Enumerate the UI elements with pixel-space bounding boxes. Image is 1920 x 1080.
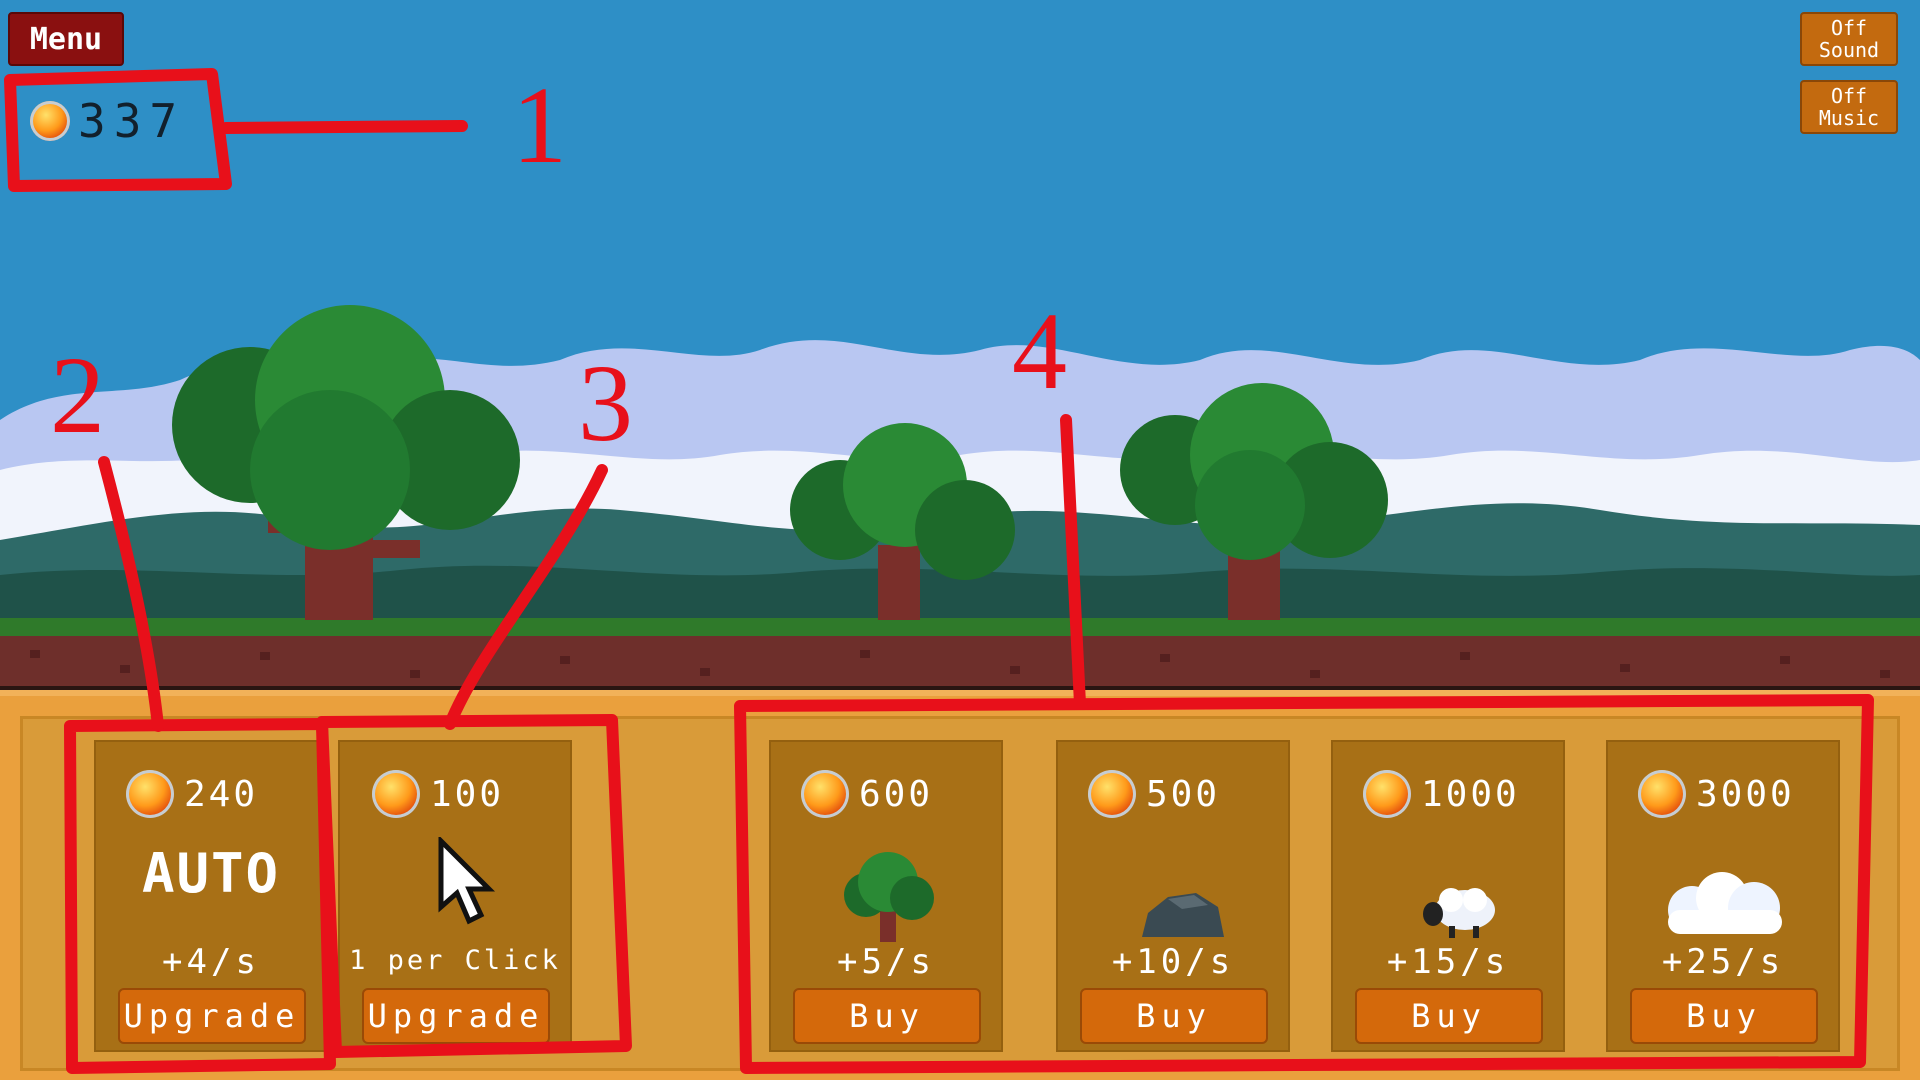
auto-upgrade-card: 240 AUTO +4/s Upgrade bbox=[94, 740, 328, 1052]
rock-item-price: 500 bbox=[1088, 770, 1220, 818]
auto-upgrade-rate: +4/s bbox=[162, 942, 260, 982]
cloud-buy-button[interactable]: Buy bbox=[1630, 988, 1818, 1044]
cloud-item-rate: +25/s bbox=[1661, 942, 1785, 982]
sheep-item-card: 1000 +15/s Buy bbox=[1331, 740, 1565, 1052]
sound-toggle-state: Off bbox=[1830, 16, 1868, 40]
tree-buy-button[interactable]: Buy bbox=[793, 988, 981, 1044]
tree-item-card: 600 +5/s Buy bbox=[769, 740, 1003, 1052]
rock-item-card: 500 +10/s Buy bbox=[1056, 740, 1290, 1052]
sheep-item-price: 1000 bbox=[1363, 770, 1520, 818]
coin-icon bbox=[126, 770, 174, 818]
coin-icon bbox=[801, 770, 849, 818]
ground bbox=[0, 618, 1920, 636]
cloud-icon bbox=[1668, 872, 1782, 934]
cloud-item-price: 3000 bbox=[1638, 770, 1795, 818]
cloud-item-price-value: 3000 bbox=[1696, 773, 1795, 815]
sheep-buy-button[interactable]: Buy bbox=[1355, 988, 1543, 1044]
sound-toggle-button[interactable]: Off Sound bbox=[1800, 12, 1898, 66]
menu-button[interactable]: Menu bbox=[8, 12, 124, 66]
tree-item-price-value: 600 bbox=[859, 773, 934, 815]
rock-icon bbox=[1142, 893, 1224, 937]
rock-item-price-value: 500 bbox=[1146, 773, 1221, 815]
rock-item-rate: +10/s bbox=[1111, 942, 1235, 982]
cursor-icon bbox=[438, 837, 496, 925]
coin-icon bbox=[1088, 770, 1136, 818]
music-toggle-button[interactable]: Off Music bbox=[1800, 80, 1898, 134]
coin-total-value: 337 bbox=[78, 94, 186, 148]
cloud-item-card: 3000 +25/s Buy bbox=[1606, 740, 1840, 1052]
music-toggle-state: Off bbox=[1830, 84, 1868, 108]
music-toggle-label: Music bbox=[1818, 106, 1880, 130]
coin-icon bbox=[1363, 770, 1411, 818]
rock-buy-button[interactable]: Buy bbox=[1080, 988, 1268, 1044]
auto-upgrade-price: 240 bbox=[126, 770, 258, 818]
auto-upgrade-price-value: 240 bbox=[184, 773, 259, 815]
tree-icon bbox=[844, 852, 934, 942]
coin-icon bbox=[30, 101, 70, 141]
click-upgrade-rate: 1 per Click bbox=[349, 945, 561, 976]
click-upgrade-card: 100 1 per Click Upgrade bbox=[338, 740, 572, 1052]
tree-item-price: 600 bbox=[801, 770, 933, 818]
tree-item-rate: +5/s bbox=[837, 942, 935, 982]
sheep-icon bbox=[1423, 888, 1495, 938]
sound-toggle-label: Sound bbox=[1818, 38, 1880, 62]
sheep-item-rate: +15/s bbox=[1386, 942, 1510, 982]
sheep-item-price-value: 1000 bbox=[1421, 773, 1520, 815]
click-upgrade-price-value: 100 bbox=[430, 773, 505, 815]
coin-icon bbox=[1638, 770, 1686, 818]
coin-icon bbox=[372, 770, 420, 818]
click-upgrade-price: 100 bbox=[372, 770, 504, 818]
click-upgrade-button[interactable]: Upgrade bbox=[362, 988, 550, 1044]
auto-label: AUTO bbox=[141, 842, 281, 905]
auto-upgrade-button[interactable]: Upgrade bbox=[118, 988, 306, 1044]
coin-counter: 337 bbox=[30, 94, 186, 148]
